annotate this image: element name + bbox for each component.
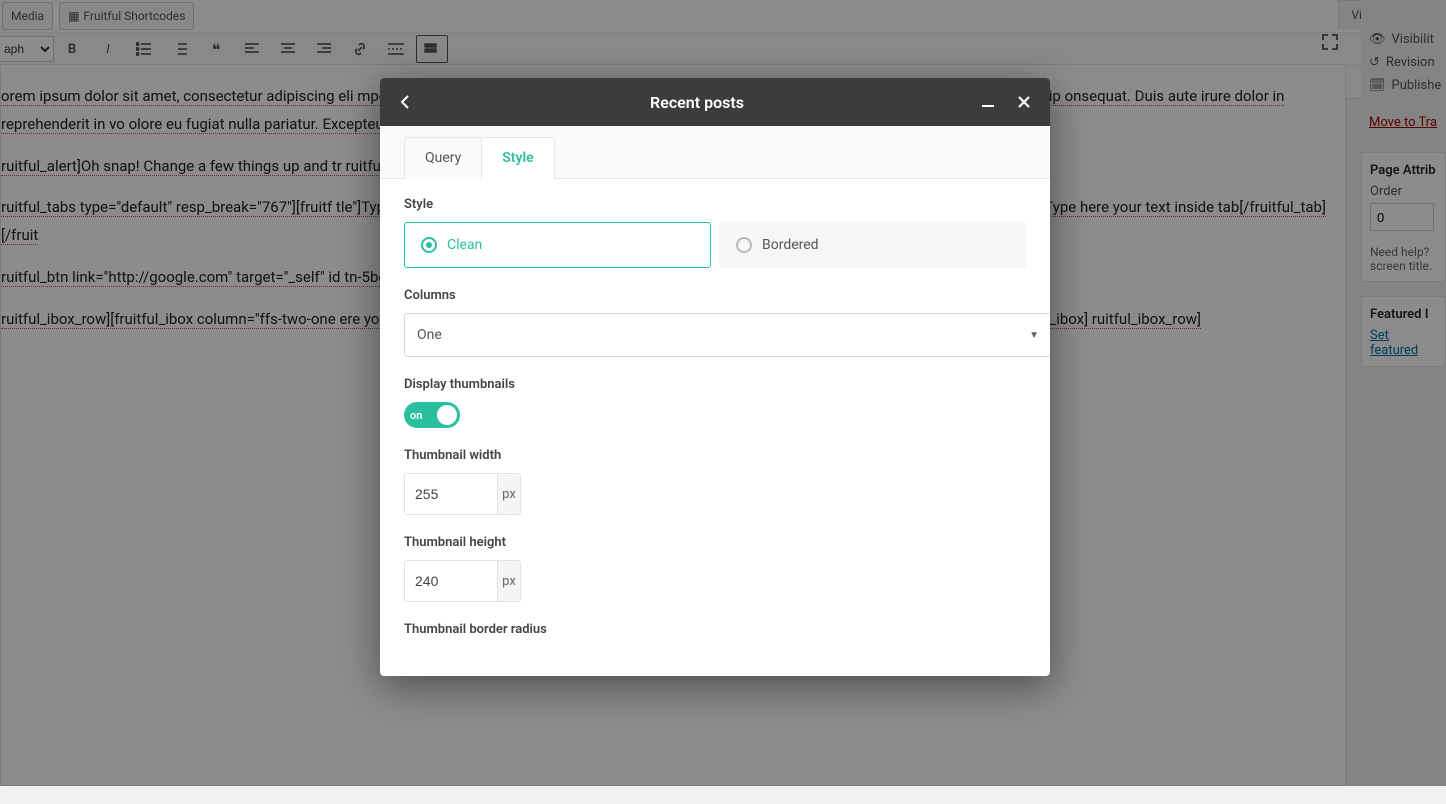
modal-header: Recent posts [380,78,1050,126]
align-center-button[interactable] [272,35,304,63]
minimize-button[interactable] [978,92,998,112]
tab-style[interactable]: Style [481,137,554,179]
style-radio-group: Clean Bordered [404,222,1026,268]
published-row[interactable]: 🗓Publishe [1369,74,1438,97]
set-featured-image-link[interactable]: Set featured [1370,328,1418,358]
visibility-row[interactable]: 👁Visibilit [1369,28,1438,51]
history-icon: ↺ [1369,55,1380,70]
italic-button[interactable]: I [92,35,124,63]
paragraph-select[interactable]: aph [0,36,54,62]
recent-posts-modal: Recent posts Query Style Style Clean [380,78,1050,676]
read-more-button[interactable] [380,35,412,63]
modal-body: Style Clean Bordered Columns One ▼ [380,179,1050,676]
close-button[interactable] [1014,92,1034,112]
style-option-bordered[interactable]: Bordered [719,222,1026,268]
thumbnail-height-unit: px [497,561,520,601]
style-option-bordered-label: Bordered [762,237,819,253]
toggle-knob [437,405,457,425]
thumbnail-width-unit: px [497,474,520,514]
bullet-list-button[interactable] [128,35,160,63]
align-right-button[interactable] [308,35,340,63]
modal-tabs: Query Style [380,126,1050,179]
thumbnail-height-label: Thumbnail height [404,535,1026,550]
columns-select-value: One [417,327,442,343]
media-button[interactable]: Media [2,2,53,30]
radio-bullet-icon [421,237,437,253]
fullscreen-icon[interactable] [1322,34,1338,54]
shortcodes-button[interactable]: ▦ Fruitful Shortcodes [59,2,194,30]
revisions-row[interactable]: ↺Revision [1369,51,1438,74]
thumbnail-width-input[interactable] [405,474,497,514]
display-thumbnails-toggle[interactable]: on [404,402,460,428]
chevron-down-icon: ▼ [1029,330,1039,341]
style-option-clean[interactable]: Clean [404,222,711,268]
toolbar-toggle-button[interactable] [416,35,448,63]
move-to-trash-link[interactable]: Move to Tra [1369,115,1437,130]
featured-image-heading: Featured I [1370,307,1437,322]
align-left-button[interactable] [236,35,268,63]
eye-icon: 👁 [1369,32,1386,47]
thumbnail-height-input[interactable] [405,561,497,601]
columns-label: Columns [404,288,1026,303]
display-thumbnails-label: Display thumbnails [404,377,1026,392]
thumbnail-border-radius-label: Thumbnail border radius [404,622,1026,637]
style-label: Style [404,197,1026,212]
order-input[interactable] [1370,203,1434,231]
bold-button[interactable]: B [56,35,88,63]
columns-select[interactable]: One ▼ [404,313,1050,357]
thumbnail-width-label: Thumbnail width [404,448,1026,463]
style-option-clean-label: Clean [447,237,482,253]
numbered-list-button[interactable] [164,35,196,63]
tab-query[interactable]: Query [404,137,482,179]
radio-bullet-icon [736,237,752,253]
back-button[interactable] [396,92,416,112]
blockquote-button[interactable]: ❝ [200,35,232,63]
order-label: Order [1370,184,1437,199]
page-attributes-heading: Page Attrib [1370,163,1437,178]
link-button[interactable] [344,35,376,63]
right-sidebar: 👁Visibilit ↺Revision 🗓Publishe Move to T… [1361,0,1446,804]
calendar-icon: 🗓 [1369,78,1386,93]
modal-title: Recent posts [416,93,978,112]
toggle-on-label: on [410,409,422,422]
